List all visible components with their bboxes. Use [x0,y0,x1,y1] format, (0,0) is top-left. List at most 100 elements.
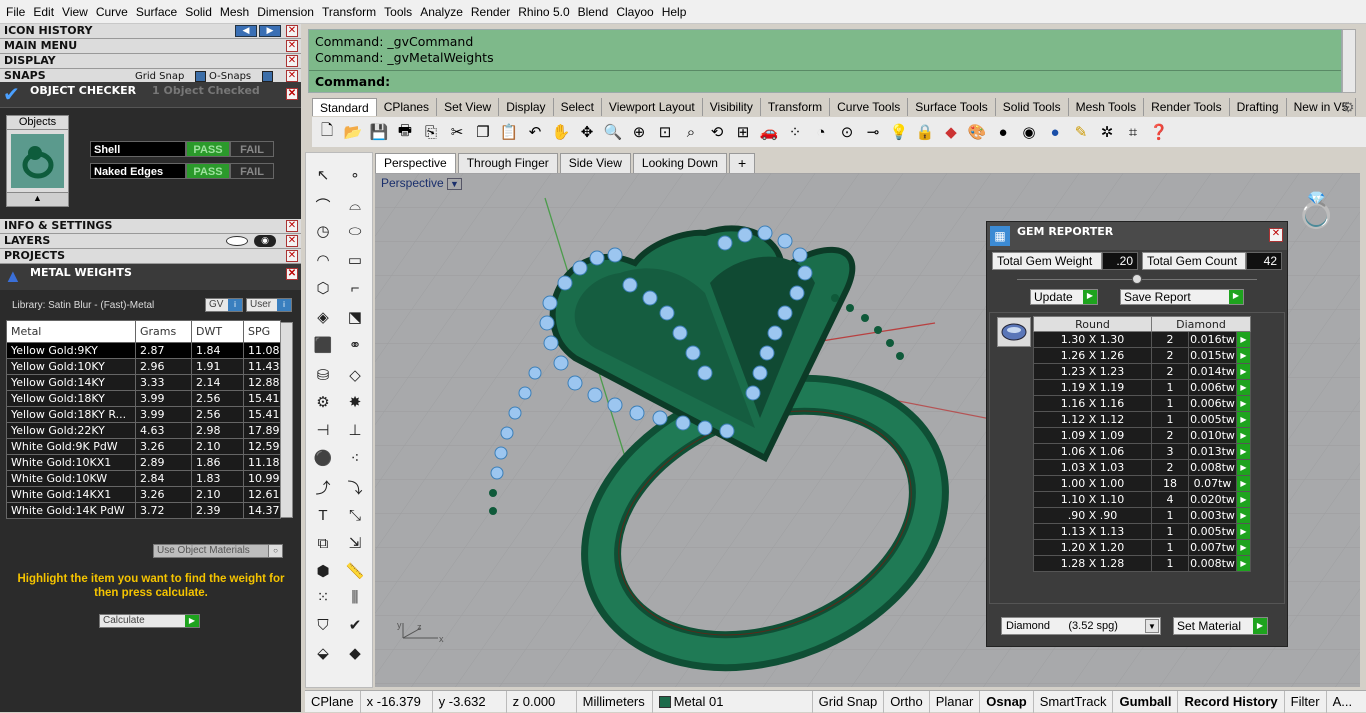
close-icon[interactable]: ✕ [286,88,298,100]
align-icon[interactable]: ⫼ [341,585,369,609]
menu-render[interactable]: Render [467,5,514,19]
save-icon[interactable]: 💾 [368,121,390,143]
table-row[interactable]: 1.06 X 1.06 3 0.013tw ▶ [1033,443,1251,460]
play-icon[interactable]: ▶ [1236,379,1251,396]
osnap-icon[interactable]: ⊙ [836,121,858,143]
help-icon[interactable]: ❓ [1148,121,1170,143]
rectangle-icon[interactable]: ▭ [341,248,369,272]
play-icon[interactable]: ▶ [1236,523,1251,540]
tab-viewport-layout[interactable]: Viewport Layout [601,98,703,116]
print-icon[interactable]: 🖶 [394,121,416,143]
undo-icon[interactable]: ↶ [524,121,546,143]
light-bulb-icon[interactable]: 💡 [888,121,910,143]
tab-looking-down[interactable]: Looking Down [632,153,727,173]
zoom-window-icon[interactable]: ⊕ [628,121,650,143]
table-row[interactable]: White Gold:10KX1 2.89 1.86 11.18 [6,454,281,471]
add-tab-icon[interactable]: + [728,153,756,173]
transform-icon[interactable]: ⚙ [309,390,337,414]
text-icon[interactable]: T [309,503,337,527]
tab-transform[interactable]: Transform [760,98,831,116]
toggle-record-history[interactable]: Record History [1178,690,1285,713]
explode-icon[interactable]: ✸ [341,390,369,414]
column-header[interactable]: Grams [135,320,192,343]
close-icon[interactable]: ✕ [286,220,298,232]
table-row[interactable]: 1.19 X 1.19 1 0.006tw ▶ [1033,379,1251,396]
rendered-sphere-icon[interactable]: ◉ [1018,121,1040,143]
shaded-sphere-icon[interactable]: ● [992,121,1014,143]
zoom-extents-icon[interactable]: ⊡ [654,121,676,143]
table-row[interactable]: Yellow Gold:22KY 4.63 2.98 17.89 [6,422,281,439]
table-row[interactable]: Yellow Gold:10KY 2.96 1.91 11.43 [6,358,281,375]
block-icon[interactable]: ⧉ [309,531,337,555]
table-row[interactable]: Yellow Gold:14KY 3.33 2.14 12.88 [6,374,281,391]
paste-icon[interactable]: 📋 [498,121,520,143]
menu-solid[interactable]: Solid [181,5,216,19]
eye-icon[interactable]: ◉ [254,235,276,247]
gear-icon[interactable]: ⚙ [1342,99,1355,116]
tab-through-finger[interactable]: Through Finger [457,153,558,173]
table-row[interactable]: 1.23 X 1.23 2 0.014tw ▶ [1033,363,1251,380]
grid-snap-toggle[interactable] [195,71,206,82]
menu-curve[interactable]: Curve [92,5,132,19]
layer-icon[interactable]: ◆ [940,121,962,143]
calculate-button[interactable]: Calculate ▶ [99,614,200,628]
move-view-icon[interactable]: ✥ [576,121,598,143]
display-header[interactable]: DISPLAY ✕ [0,54,301,69]
tab-perspective[interactable]: Perspective [375,153,456,173]
play-icon[interactable]: ▶ [1236,475,1251,492]
play-icon[interactable]: ▶ [1236,459,1251,476]
tab-select[interactable]: Select [553,98,602,116]
tab-display[interactable]: Display [499,98,554,116]
table-row[interactable]: 1.28 X 1.28 1 0.008tw ▶ [1033,555,1251,572]
column-header[interactable]: Metal [6,320,136,343]
menu-analyze[interactable]: Analyze [416,5,467,19]
command-prompt[interactable]: Command: [315,74,390,89]
table-row[interactable]: 1.12 X 1.12 1 0.005tw ▶ [1033,411,1251,428]
grid-array-icon[interactable]: ⁙ [309,585,337,609]
column-header[interactable]: DWT [191,320,244,343]
table-row[interactable]: 1.30 X 1.30 2 0.016tw ▶ [1033,331,1251,348]
user-toggle[interactable]: User i [246,298,292,312]
lock-icon[interactable]: 🔒 [914,121,936,143]
table-row[interactable]: White Gold:10KW 2.84 1.83 10.99 [6,470,281,487]
toggle-osnap[interactable]: Osnap [980,690,1034,713]
tab-render-tools[interactable]: Render Tools [1144,98,1230,116]
table-row[interactable]: Yellow Gold:18KY 3.99 2.56 15.41 [6,390,281,407]
table-row[interactable]: 1.13 X 1.13 1 0.005tw ▶ [1033,523,1251,540]
cylinder-icon[interactable]: ⛁ [309,363,337,387]
polyline-icon[interactable]: ⌒ [309,193,337,217]
tab-visibility[interactable]: Visibility [702,98,761,116]
close-icon[interactable]: ✕ [286,25,298,37]
menu-surface[interactable]: Surface [132,5,181,19]
rebuild-icon[interactable]: ⤴ [309,475,337,499]
surface-icon[interactable]: ◈ [309,305,337,329]
table-row[interactable]: 1.03 X 1.03 2 0.008tw ▶ [1033,459,1251,476]
four-viewports-icon[interactable]: ⊞ [732,121,754,143]
toggle-more[interactable]: A... [1327,691,1359,713]
toggle-grid-snap[interactable]: Grid Snap [813,690,885,713]
box-icon[interactable]: ⬛ [309,333,337,357]
ruler-icon[interactable]: 📏 [341,559,369,583]
back-arrow-icon[interactable]: ◀ [235,25,257,37]
layers-header[interactable]: LAYERS ◉ ✕ [0,234,301,249]
menu-view[interactable]: View [58,5,92,19]
toggle-filter[interactable]: Filter [1285,690,1327,713]
main-menu-header[interactable]: MAIN MENU ✕ [0,39,301,54]
play-icon[interactable]: ▶ [1236,539,1251,556]
column-header[interactable]: SPG [243,320,281,343]
close-icon[interactable]: ✕ [286,40,298,52]
dropdown-arrow-icon[interactable]: ▼ [447,178,462,190]
table-row[interactable]: 1.26 X 1.26 2 0.015tw ▶ [1033,347,1251,364]
objects-box[interactable]: Objects ▲ [6,115,69,207]
close-icon[interactable]: ✕ [1269,228,1283,242]
tab-surface-tools[interactable]: Surface Tools [908,98,996,116]
forward-arrow-icon[interactable]: ▶ [259,25,281,37]
table-row[interactable]: White Gold:9K PdW 3.26 2.10 12.59 [6,438,281,455]
edit-icon[interactable]: ✎ [1070,121,1092,143]
command-scrollbar[interactable] [1342,29,1356,93]
tab-cplanes[interactable]: CPlanes [376,98,438,116]
point-icon[interactable]: ⊸ [862,121,884,143]
table-row[interactable]: 1.16 X 1.16 1 0.006tw ▶ [1033,395,1251,412]
cut-icon[interactable]: ✂ [446,121,468,143]
close-icon[interactable]: ✕ [286,250,298,262]
